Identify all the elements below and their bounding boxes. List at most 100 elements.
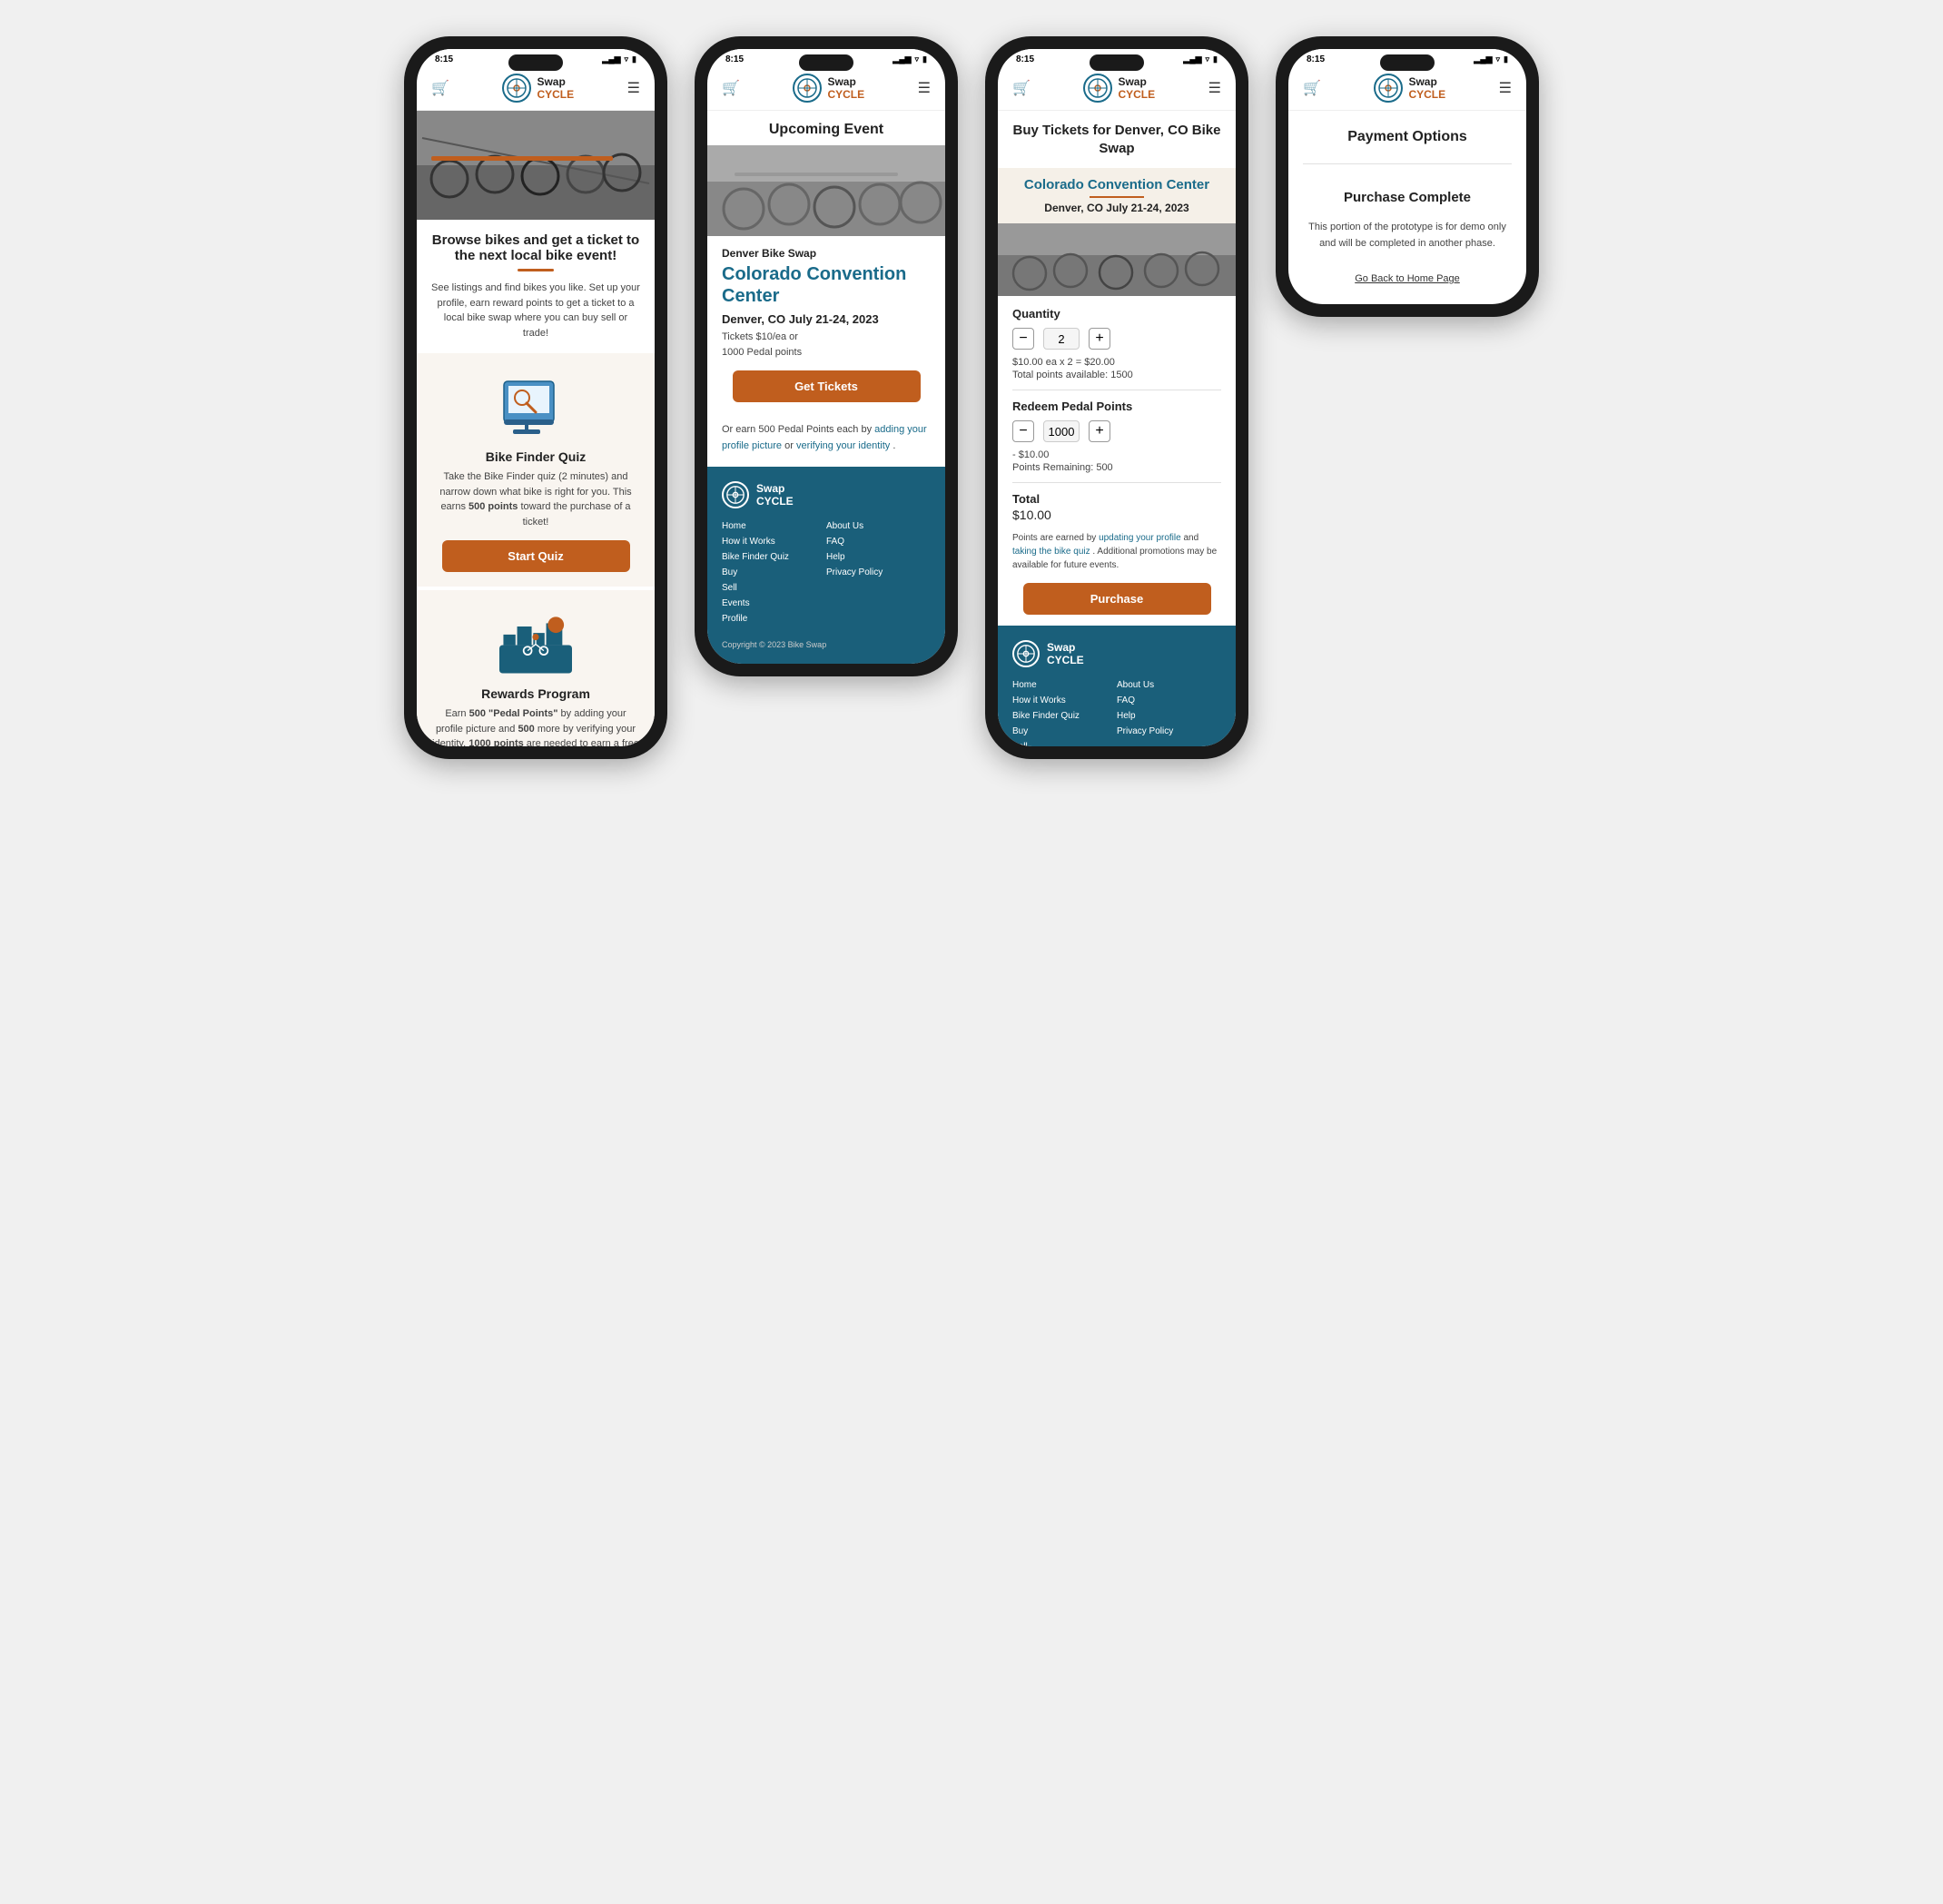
logo-text-3: Swap CYCLE	[1118, 75, 1155, 102]
cart-icon-4[interactable]: 🛒	[1303, 79, 1321, 97]
app-header-4: 🛒 Swap CYCLE ☰	[1288, 66, 1526, 111]
wifi-icon-3: ▿	[1206, 54, 1210, 64]
take-bike-quiz-link[interactable]: taking the bike quiz	[1012, 547, 1090, 557]
battery-icon-2: ▮	[922, 54, 927, 64]
venue-name[interactable]: Colorado Convention Center	[1012, 177, 1221, 192]
redeem-stepper-row: − 1000 +	[1012, 420, 1221, 442]
intro-underline	[518, 269, 554, 271]
cart-icon-3[interactable]: 🛒	[1012, 79, 1031, 97]
footer-buy-2[interactable]: Buy	[722, 567, 826, 577]
status-time-1: 8:15	[435, 54, 453, 64]
footer-about-3[interactable]: About Us	[1117, 680, 1221, 690]
redeem-decrease-button[interactable]: −	[1012, 420, 1034, 442]
signal-icon: ▂▄▆	[602, 54, 620, 64]
logo-text-4: Swap CYCLE	[1408, 75, 1445, 102]
app-header-3: 🛒 Swap CYCLE ☰	[998, 66, 1236, 111]
footer-logo-text-2: Swap CYCLE	[756, 482, 794, 508]
quiz-card: Bike Finder Quiz Take the Bike Finder qu…	[417, 353, 655, 587]
footer-col2-3: About Us FAQ Help Privacy Policy	[1117, 680, 1221, 746]
buy-title: Buy Tickets for Denver, CO Bike Swap	[1012, 122, 1221, 157]
footer-quiz-2[interactable]: Bike Finder Quiz	[722, 552, 826, 562]
quantity-stepper-row: − 2 +	[1012, 328, 1221, 350]
footer-col1-2: Home How it Works Bike Finder Quiz Buy S…	[722, 521, 826, 629]
quantity-increase-button[interactable]: +	[1089, 328, 1110, 350]
price-line: $10.00 ea x 2 = $20.00	[1012, 357, 1221, 368]
footer-logo-text-3: Swap CYCLE	[1047, 641, 1084, 667]
logo-text-2: Swap CYCLE	[827, 75, 864, 102]
footer-profile-2[interactable]: Profile	[722, 614, 826, 624]
footer-privacy-3[interactable]: Privacy Policy	[1117, 726, 1221, 736]
signal-icon-3: ▂▄▆	[1183, 54, 1201, 64]
footer-home-2[interactable]: Home	[722, 521, 826, 531]
status-bar-1: 8:15 ▂▄▆ ▿ ▮	[417, 49, 655, 66]
footer-3: Swap CYCLE Home How it Works Bike Finder…	[998, 626, 1236, 746]
notch-3	[1090, 54, 1144, 71]
venue-box: Colorado Convention Center Denver, CO Ju…	[998, 168, 1236, 223]
footer-2: Swap CYCLE Home How it Works Bike Finder…	[707, 467, 945, 664]
footer-faq-2[interactable]: FAQ	[826, 537, 931, 547]
redeem-value: 1000	[1043, 420, 1080, 442]
get-tickets-button[interactable]: Get Tickets	[733, 370, 921, 402]
start-quiz-button[interactable]: Start Quiz	[442, 540, 630, 572]
footer-sell-3[interactable]: Sell	[1012, 742, 1117, 746]
battery-icon: ▮	[632, 54, 636, 64]
footer-help-2[interactable]: Help	[826, 552, 931, 562]
menu-icon-3[interactable]: ☰	[1208, 79, 1221, 97]
update-profile-link[interactable]: updating your profile	[1099, 533, 1181, 543]
status-bar-2: 8:15 ▂▄▆ ▿ ▮	[707, 49, 945, 66]
footer-home-3[interactable]: Home	[1012, 680, 1117, 690]
logo-2: Swap CYCLE	[793, 74, 864, 103]
footer-how-3[interactable]: How it Works	[1012, 696, 1117, 705]
footer-faq-3[interactable]: FAQ	[1117, 696, 1221, 705]
battery-icon-4: ▮	[1504, 54, 1508, 64]
points-info: Points are earned by updating your profi…	[1012, 531, 1221, 572]
menu-icon-1[interactable]: ☰	[627, 79, 640, 97]
quiz-icon-area	[499, 368, 572, 440]
logo-circle-3	[1083, 74, 1112, 103]
demo-note: This portion of the prototype is for dem…	[1303, 220, 1512, 252]
event-tickets: Tickets $10/ea or 1000 Pedal points	[722, 330, 931, 360]
phone-2: 8:15 ▂▄▆ ▿ ▮ 🛒 Swap	[695, 36, 958, 676]
phone-4: 8:15 ▂▄▆ ▿ ▮ 🛒 Swap	[1276, 36, 1539, 317]
event-section-title: Upcoming Event	[707, 111, 945, 145]
intro-body: See listings and find bikes you like. Se…	[431, 281, 640, 340]
verify-identity-link[interactable]: verifying your identity	[796, 440, 890, 451]
go-back-home-link[interactable]: Go Back to Home Page	[1355, 273, 1460, 284]
app-header-1: 🛒 Swap CYCLE ☰	[417, 66, 655, 111]
phone1-content: Browse bikes and get a ticket to the nex…	[417, 111, 655, 746]
notch-1	[508, 54, 563, 71]
footer-help-3[interactable]: Help	[1117, 711, 1221, 721]
footer-links-2: Home How it Works Bike Finder Quiz Buy S…	[722, 521, 931, 629]
points-remaining: Points Remaining: 500	[1012, 462, 1221, 473]
notch-4	[1380, 54, 1435, 71]
footer-col2-2: About Us FAQ Help Privacy Policy	[826, 521, 931, 629]
menu-icon-2[interactable]: ☰	[918, 79, 931, 97]
logo-circle-1	[502, 74, 531, 103]
footer-events-2[interactable]: Events	[722, 598, 826, 608]
redeem-increase-button[interactable]: +	[1089, 420, 1110, 442]
wifi-icon: ▿	[625, 54, 629, 64]
footer-about-2[interactable]: About Us	[826, 521, 931, 531]
logo-circle-2	[793, 74, 822, 103]
footer-how-2[interactable]: How it Works	[722, 537, 826, 547]
menu-icon-4[interactable]: ☰	[1499, 79, 1512, 97]
event-date: Denver, CO July 21-24, 2023	[722, 312, 931, 326]
buy-header: Buy Tickets for Denver, CO Bike Swap	[998, 111, 1236, 168]
cart-icon-1[interactable]: 🛒	[431, 79, 449, 97]
status-bar-4: 8:15 ▂▄▆ ▿ ▮	[1288, 49, 1526, 66]
footer-quiz-3[interactable]: Bike Finder Quiz	[1012, 711, 1117, 721]
footer-copyright-2: Copyright © 2023 Bike Swap	[722, 640, 931, 649]
app-header-2: 🛒 Swap CYCLE ☰	[707, 66, 945, 111]
footer-privacy-2[interactable]: Privacy Policy	[826, 567, 931, 577]
footer-buy-3[interactable]: Buy	[1012, 726, 1117, 736]
purchase-button[interactable]: Purchase	[1023, 583, 1211, 615]
quantity-value: 2	[1043, 328, 1080, 350]
logo-circle-4	[1374, 74, 1403, 103]
cart-icon-2[interactable]: 🛒	[722, 79, 740, 97]
event-name: Denver Bike Swap	[722, 247, 931, 260]
purchase-complete-title: Purchase Complete	[1303, 190, 1512, 205]
quantity-decrease-button[interactable]: −	[1012, 328, 1034, 350]
total-label: Total	[1012, 492, 1221, 506]
footer-sell-2[interactable]: Sell	[722, 583, 826, 593]
event-image	[707, 145, 945, 236]
